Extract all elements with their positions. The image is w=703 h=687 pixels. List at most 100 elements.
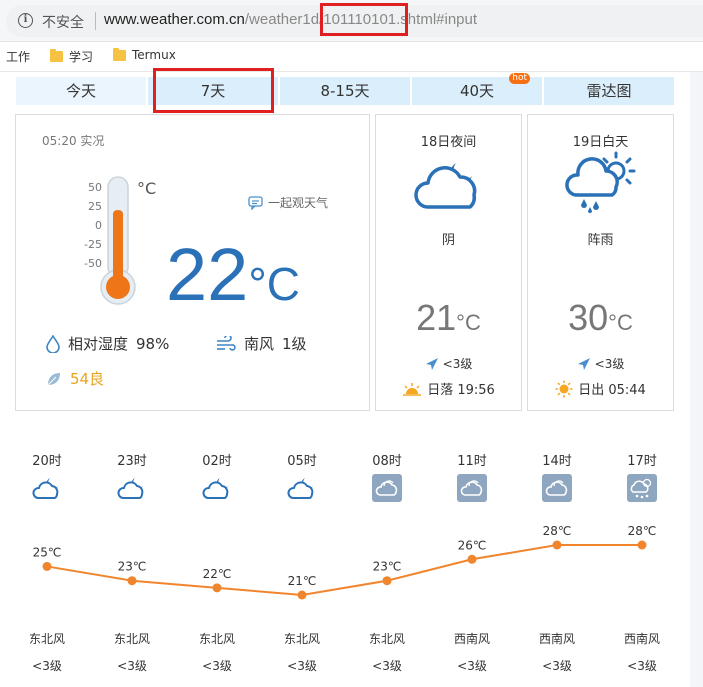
scale-unit: °C [137,179,157,198]
aqi-value: 54良 [70,370,105,388]
humidity-value: 98% [136,334,170,353]
folder-icon [113,47,126,61]
hourly-wind-level: <3级 [457,659,487,673]
hourly-wind-level: <3级 [32,659,62,673]
annotation-box-url [320,3,408,36]
shower-icon [565,151,636,213]
url-text[interactable]: www.weather.com.cn/weather1d/101110101.s… [104,11,477,28]
thermometer-icon [100,176,136,305]
hourly-column: 11时西南风 <3级 [442,430,502,687]
tab-radar[interactable]: 雷达图 [544,77,674,105]
shower-icon [627,474,657,502]
hourly-time: 20时 [32,454,62,469]
sunset-info: 日落 19:56 [376,379,521,398]
separator [95,12,96,30]
current-temperature: 22°C [166,235,300,324]
forecast-weather: 阵雨 [587,233,614,248]
bookmark-label: Termux [132,48,176,62]
temp-unit: °C [248,258,300,310]
hourly-wind-direction: 西南风 [538,632,575,646]
hourly-time: 05时 [287,454,317,469]
tab-label: 8-15天 [320,82,370,100]
bookmark-label: 工作 [6,50,31,64]
night-cloudy-icon [32,474,62,502]
hourly-column: 23时东北风 <3级 [102,430,162,687]
hot-badge: hot [509,73,530,84]
forecast-temp-value: 30 [568,297,609,338]
forecast-label: 18日夜间 [420,135,477,150]
hourly-column: 20时东北风 <3级 [17,430,77,687]
url-suffix: .shtml#input [396,11,478,28]
hourly-wind-level: <3级 [372,659,402,673]
forecast-wind-level: <3级 [594,357,625,371]
hourly-column: 14时 西南风 <3级 [527,430,587,687]
wind-level: 1级 [282,335,307,353]
forecast-tomorrow-panel: 19日白天 阵雨 30°C <3级 日出 05:44 [527,114,674,411]
watch-label: 一起观天气 [268,196,329,210]
sunrise-time: 日出 05:44 [578,383,646,398]
humidity-row: 相对湿度 98% [46,333,169,354]
address-bar: i 不安全 www.weather.com.cn/weather1d/10111… [0,0,703,42]
tab-today[interactable]: 今天 [16,77,146,105]
security-label[interactable]: 不安全 [42,12,84,32]
hourly-column: 08时 东北风 <3级 [357,430,417,687]
hourly-wind-direction: 东北风 [28,632,65,646]
temp-value: 22 [166,233,249,316]
url-path: /weather1d/ [244,11,324,28]
humidity-label: 相对湿度 [68,335,129,353]
wind-arrow-icon [425,357,438,370]
air-quality[interactable]: 54良 [46,368,104,389]
hourly-wind-direction: 东北风 [283,632,320,646]
hourly-wind-direction: 东北风 [113,632,150,646]
chat-bubble-icon [248,195,263,210]
wind-arrow-icon [577,357,590,370]
forecast-wind-level: <3级 [442,357,473,371]
hourly-time: 02时 [202,454,232,469]
hourly-time: 11时 [457,454,487,469]
hourly-wind-level: <3级 [542,659,572,673]
watch-weather-link[interactable]: 一起观天气 [248,194,328,211]
hourly-wind-direction: 东北风 [198,632,235,646]
wind-direction: 南风 [244,335,275,353]
tab-40-days[interactable]: 40天 hot [412,73,542,105]
hourly-wind-direction: 西南风 [453,632,490,646]
forecast-weather: 阴 [441,233,455,248]
tab-label: 雷达图 [586,82,632,100]
hourly-column: 17时 西南风 <3级 [612,430,672,687]
sunrise-info: 日出 05:44 [528,379,673,398]
hourly-wind-level: <3级 [287,659,317,673]
hourly-time: 23时 [117,454,147,469]
hourly-forecast: 25℃ 23℃ 22℃ 21℃ 23℃ 26℃ 28℃ 28℃ 20时 东北风 <3级 23时 东北风… [0,430,690,687]
observation-time: 05:20 实况 [42,134,105,148]
tab-label: 今天 [65,82,96,100]
forecast-wind: <3级 [528,355,673,372]
overcast-icon [542,474,572,502]
folder-icon [50,49,63,62]
night-cloudy-icon [287,474,317,502]
bookmark-study[interactable]: 学习 [50,48,93,65]
info-icon[interactable]: i [18,13,33,28]
forecast-tonight-panel: 18日夜间 阴 21°C <3级 日落 19:56 [375,114,522,411]
hourly-wind-level: <3级 [117,659,147,673]
overcast-icon [372,474,402,502]
annotation-box-tab [153,68,274,113]
sunrise-icon [555,380,573,397]
night-cloudy-icon [202,474,232,502]
bookmark-work[interactable]: 工作 [6,48,30,65]
water-drop-icon [46,334,60,353]
hourly-column: 05时东北风 <3级 [272,430,332,687]
bookmarks-bar: 工作 学习 Termux [0,42,703,72]
hourly-column: 02时 东北风 <3级 [187,430,247,687]
hourly-wind-level: <3级 [627,659,657,673]
tab-8-15-days[interactable]: 8-15天 [280,77,410,105]
bookmark-termux[interactable]: Termux [113,47,176,62]
current-conditions-panel: 05:20 实况 50 25 0 -25 -50 °C 一起观天气 22°C 相… [15,114,370,411]
leaf-icon [47,372,60,385]
page-side-strip [690,72,703,687]
hourly-wind-direction: 西南风 [623,632,660,646]
wind-row: 南风 1级 [216,333,307,354]
hourly-wind-direction: 东北风 [368,632,405,646]
bookmark-label: 学习 [69,50,94,64]
forecast-temp-unit: °C [456,310,481,335]
sunset-icon [403,382,422,396]
